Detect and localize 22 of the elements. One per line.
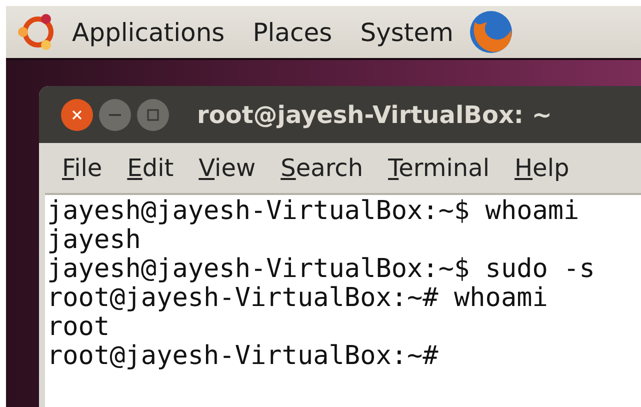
menu-item[interactable]: Terminal xyxy=(388,154,490,182)
close-button[interactable] xyxy=(61,98,93,130)
menu-item[interactable]: Edit xyxy=(127,154,174,182)
menu-item[interactable]: Help xyxy=(514,154,570,182)
window-title: root@jayesh-VirtualBox: ~ xyxy=(197,100,552,128)
menu-item[interactable]: Search xyxy=(280,154,364,182)
panel-menu[interactable]: System xyxy=(360,18,454,46)
terminal-line: root@jayesh-VirtualBox:~# xyxy=(47,342,440,371)
close-icon xyxy=(72,110,82,120)
terminal-line: root@jayesh-VirtualBox:~# whoami xyxy=(47,284,549,313)
panel-menu[interactable]: Applications xyxy=(72,18,225,46)
menu-item[interactable]: View xyxy=(198,154,256,182)
terminal-line: jayesh@jayesh-VirtualBox:~$ whoami xyxy=(47,197,580,226)
terminal-line: root xyxy=(47,313,111,342)
menu-item[interactable]: File xyxy=(62,154,102,182)
terminal-line: jayesh@jayesh-VirtualBox:~$ sudo -s xyxy=(47,255,596,284)
minimize-icon xyxy=(109,112,121,116)
panel-menu[interactable]: Places xyxy=(252,18,332,46)
minimize-button[interactable] xyxy=(99,98,131,130)
terminal-line: jayesh xyxy=(47,226,142,255)
maximize-button[interactable] xyxy=(137,98,169,130)
maximize-icon xyxy=(147,108,159,120)
